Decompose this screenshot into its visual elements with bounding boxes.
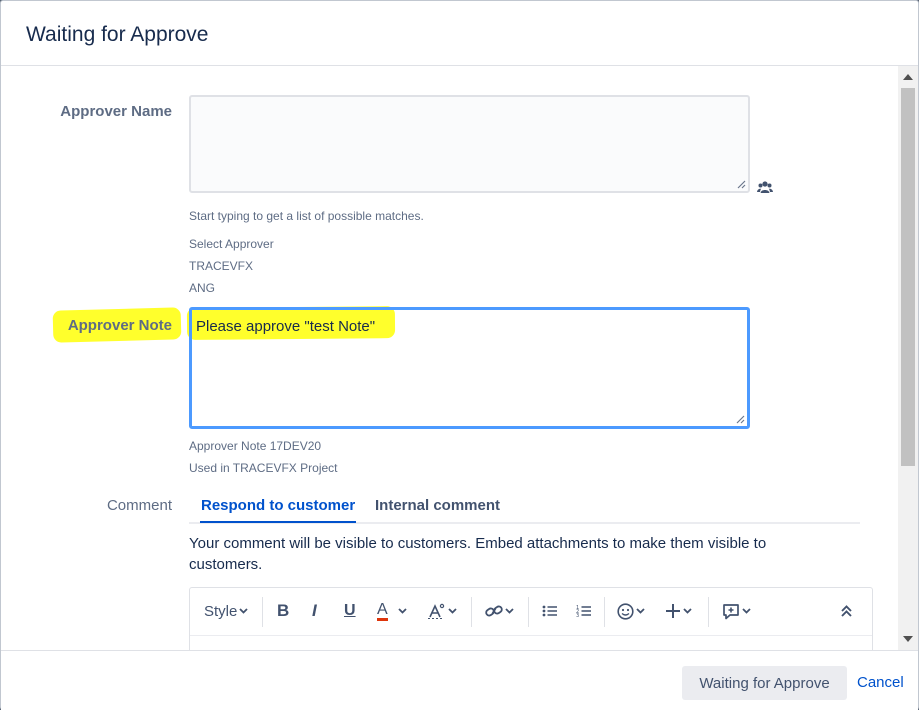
underline-button[interactable]: U	[344, 598, 356, 624]
approver-note-value: Please approve "test Note"	[196, 318, 375, 335]
resize-grip-icon[interactable]	[736, 179, 746, 189]
plus-icon	[665, 603, 681, 619]
dialog-body: Approver Name Start typing to get a list…	[1, 66, 918, 650]
approver-name-desc-3: ANG	[189, 281, 215, 295]
dialog-footer: Waiting for Approve Cancel	[1, 650, 918, 710]
chevron-down-icon	[636, 608, 645, 614]
italic-button[interactable]: I	[312, 598, 317, 624]
approver-name-desc-2: TRACEVFX	[189, 259, 253, 273]
tab-internal-comment[interactable]: Internal comment	[375, 497, 500, 514]
collapse-toolbar-button[interactable]	[841, 598, 852, 624]
double-chevron-up-icon	[841, 605, 852, 617]
resize-grip-icon[interactable]	[735, 414, 745, 424]
chevron-down-icon	[398, 608, 407, 614]
approver-name-field[interactable]	[189, 95, 750, 193]
bold-button[interactable]: B	[277, 598, 289, 624]
scroll-up-icon[interactable]	[903, 74, 913, 80]
cancel-button[interactable]: Cancel	[857, 674, 904, 691]
emoji-icon	[617, 603, 634, 620]
more-formatting-dropdown[interactable]	[428, 598, 457, 624]
insert-dropdown[interactable]	[665, 598, 692, 624]
comment-tabs: Respond to customer Internal comment	[189, 491, 860, 524]
waiting-for-approve-button[interactable]: Waiting for Approve	[682, 666, 847, 700]
bold-icon: B	[277, 601, 289, 621]
approver-name-label: Approver Name	[1, 103, 172, 120]
approver-note-desc-2: Used in TRACEVFX Project	[189, 461, 338, 475]
bullet-list-icon	[542, 604, 558, 618]
chevron-down-icon	[448, 608, 457, 614]
text-color-dropdown[interactable]: A	[377, 598, 407, 624]
link-icon	[485, 604, 503, 618]
scroll-down-icon[interactable]	[903, 636, 913, 642]
text-style-icon	[428, 603, 446, 619]
tab-respond-to-customer[interactable]: Respond to customer	[201, 497, 355, 514]
dialog-header: Waiting for Approve	[1, 1, 918, 66]
svg-text:3: 3	[576, 613, 579, 618]
comment-editor[interactable]: Style B I U A	[189, 587, 873, 650]
toolbar-divider	[604, 597, 605, 627]
style-dropdown[interactable]: Style	[204, 598, 248, 624]
dialog-scrollbar[interactable]	[898, 66, 918, 650]
toolbar-divider	[262, 597, 263, 627]
scroll-thumb[interactable]	[901, 88, 915, 466]
comment-label: Comment	[1, 497, 172, 514]
chevron-down-icon	[505, 608, 514, 614]
people-picker-icon[interactable]	[757, 180, 773, 199]
editor-toolbar: Style B I U A	[190, 588, 872, 636]
chevron-down-icon	[239, 608, 248, 614]
toolbar-divider	[471, 597, 472, 627]
bullet-list-button[interactable]	[542, 598, 558, 624]
link-dropdown[interactable]	[485, 598, 514, 624]
approver-name-help: Start typing to get a list of possible m…	[189, 209, 424, 223]
numbered-list-button[interactable]: 123	[576, 598, 592, 624]
canned-response-icon	[722, 603, 740, 620]
approver-name-desc-1: Select Approver	[189, 237, 274, 251]
italic-icon: I	[312, 601, 317, 621]
toolbar-divider	[528, 597, 529, 627]
chevron-down-icon	[742, 608, 751, 614]
style-label: Style	[204, 603, 237, 620]
numbered-list-icon: 123	[576, 604, 592, 618]
dialog-title: Waiting for Approve	[26, 23, 208, 47]
chevron-down-icon	[683, 608, 692, 614]
comment-visibility-info: Your comment will be visible to customer…	[189, 533, 829, 575]
approver-note-field[interactable]: Please approve "test Note"	[189, 307, 750, 429]
underline-icon: U	[344, 602, 356, 620]
text-color-icon: A	[377, 602, 388, 621]
transition-dialog: Waiting for Approve Approver Name Start …	[0, 0, 919, 710]
emoji-dropdown[interactable]	[617, 598, 645, 624]
approver-note-label: Approver Note	[1, 317, 172, 334]
approver-note-desc-1: Approver Note 17DEV20	[189, 439, 321, 453]
canned-response-dropdown[interactable]	[722, 598, 751, 624]
toolbar-divider	[708, 597, 709, 627]
